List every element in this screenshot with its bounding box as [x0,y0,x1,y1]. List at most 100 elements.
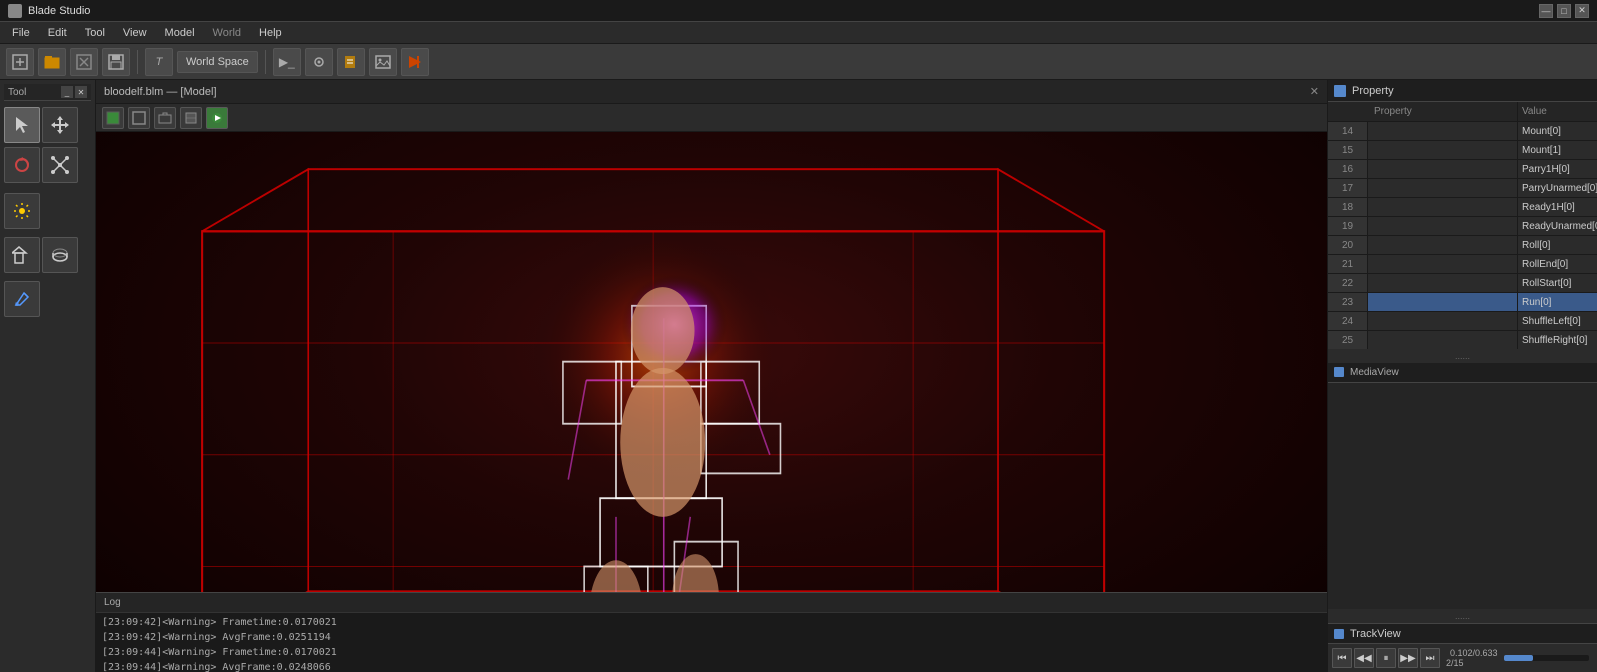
image-button[interactable] [369,48,397,76]
scale-tool[interactable] [42,147,78,183]
terminal-button[interactable]: ▶_ [273,48,301,76]
menu-world[interactable]: World [205,25,250,41]
vp-play-btn[interactable] [206,107,228,129]
tool-panel-close[interactable]: ✕ [75,86,87,98]
paint-tool[interactable] [4,281,40,317]
property-row[interactable]: 16 Parry1H[0] [1328,160,1597,179]
prop-num: 16 [1328,160,1368,178]
viewport-toolbar [96,104,1327,132]
prop-value: Run[0] [1517,293,1597,311]
log-line: [23:09:44]<Warning> AvgFrame:0.0248066 [102,660,1321,672]
prop-name [1368,255,1517,273]
vp-camera-btn[interactable] [154,107,176,129]
new-button[interactable] [6,48,34,76]
property-row[interactable]: 17 ParryUnarmed[0] [1328,179,1597,198]
object-tool[interactable] [42,237,78,273]
maximize-button[interactable]: □ [1557,4,1571,18]
track-controls: ⏮ ◀◀ ⏸ ▶▶ ⏭ 0.102/0.633 2/15 [1328,644,1597,672]
toolbar-sep-1 [137,50,138,74]
world-space-button[interactable]: World Space [177,51,258,73]
property-row[interactable]: 24 ShuffleLeft[0] [1328,312,1597,331]
prop-num: 20 [1328,236,1368,254]
rotate-tool[interactable] [4,147,40,183]
property-row[interactable]: 20 Roll[0] [1328,236,1597,255]
prop-num: 19 [1328,217,1368,235]
close-file-button[interactable] [70,48,98,76]
viewport-title: bloodelf.blm — [Model] [104,86,217,98]
property-table: 14 Mount[0] 15 Mount[1] 16 Parry1H[0] 17… [1328,122,1597,349]
prop-name [1368,331,1517,349]
prop-num: 14 [1328,122,1368,140]
property-row[interactable]: 18 Ready1H[0] [1328,198,1597,217]
property-row[interactable]: 14 Mount[0] [1328,122,1597,141]
title-bar-controls: — □ ✕ [1539,4,1589,18]
light-tool[interactable] [4,193,40,229]
prop-num: 15 [1328,141,1368,159]
media-view-header: MediaView [1328,363,1597,383]
track-start-button[interactable]: ⏮ [1332,648,1352,668]
property-col-headers: Property Value [1328,102,1597,122]
tool-row-3 [4,193,91,229]
menu-file[interactable]: File [4,25,38,41]
prop-value: RollEnd[0] [1517,255,1597,273]
edit-button[interactable] [337,48,365,76]
settings-button[interactable] [305,48,333,76]
menu-model[interactable]: Model [157,25,203,41]
move-tool[interactable] [42,107,78,143]
menu-view[interactable]: View [115,25,155,41]
viewport-close-button[interactable]: ✕ [1310,85,1319,98]
menu-tool[interactable]: Tool [77,25,113,41]
minimize-button[interactable]: — [1539,4,1553,18]
animation-button[interactable] [401,48,429,76]
track-end-button[interactable]: ⏭ [1420,648,1440,668]
tool-panel-minimize[interactable]: _ [61,86,73,98]
col-value: Value [1517,102,1597,121]
tool-row-4 [4,237,91,273]
open-button[interactable] [38,48,66,76]
property-row[interactable]: 15 Mount[1] [1328,141,1597,160]
prop-name [1368,217,1517,235]
track-view-label: TrackView [1350,628,1401,640]
track-view-icon [1334,629,1344,639]
select-tool[interactable] [4,107,40,143]
prop-value: Parry1H[0] [1517,160,1597,178]
track-next-button[interactable]: ▶▶ [1398,648,1418,668]
close-button[interactable]: ✕ [1575,4,1589,18]
tool-row-1 [4,107,91,143]
property-row[interactable]: 19 ReadyUnarmed[0] [1328,217,1597,236]
prop-num: 23 [1328,293,1368,311]
menu-help[interactable]: Help [251,25,290,41]
save-button[interactable] [102,48,130,76]
track-progress-slider[interactable] [1504,655,1589,661]
menu-edit[interactable]: Edit [40,25,75,41]
property-row[interactable]: 21 RollEnd[0] [1328,255,1597,274]
vp-shaded-btn[interactable] [102,107,124,129]
property-row[interactable]: 23 Run[0] [1328,293,1597,312]
track-prev-button[interactable]: ◀◀ [1354,648,1374,668]
center-area: bloodelf.blm — [Model] ✕ [96,80,1327,672]
viewport-canvas[interactable] [96,132,1327,672]
main-layout: Tool _ ✕ [0,80,1597,672]
vp-wire-btn[interactable] [128,107,150,129]
tool-header-label: Tool [8,87,26,98]
track-pause-button[interactable]: ⏸ [1376,648,1396,668]
media-view-canvas [1328,383,1597,610]
property-row[interactable]: 25 ShuffleRight[0] [1328,331,1597,349]
property-label: Property [1352,85,1394,97]
building-tool[interactable] [4,237,40,273]
vp-flat-btn[interactable] [180,107,202,129]
log-line: [23:09:42]<Warning> AvgFrame:0.0251194 [102,630,1321,645]
transform-button[interactable]: T [145,48,173,76]
app-icon [8,4,22,18]
title-bar-left: Blade Studio [8,4,90,18]
log-content: [23:09:42]<Warning> Frametime:0.0170021[… [96,613,1327,672]
property-row[interactable]: 22 RollStart[0] [1328,274,1597,293]
prop-num: 24 [1328,312,1368,330]
prop-name [1368,312,1517,330]
prop-value: ParryUnarmed[0] [1517,179,1597,197]
log-line: [23:09:44]<Warning> Frametime:0.0170021 [102,645,1321,660]
menu-bar: File Edit Tool View Model World Help [0,22,1597,44]
prop-name [1368,198,1517,216]
property-icon [1334,85,1346,97]
prop-value: Roll[0] [1517,236,1597,254]
